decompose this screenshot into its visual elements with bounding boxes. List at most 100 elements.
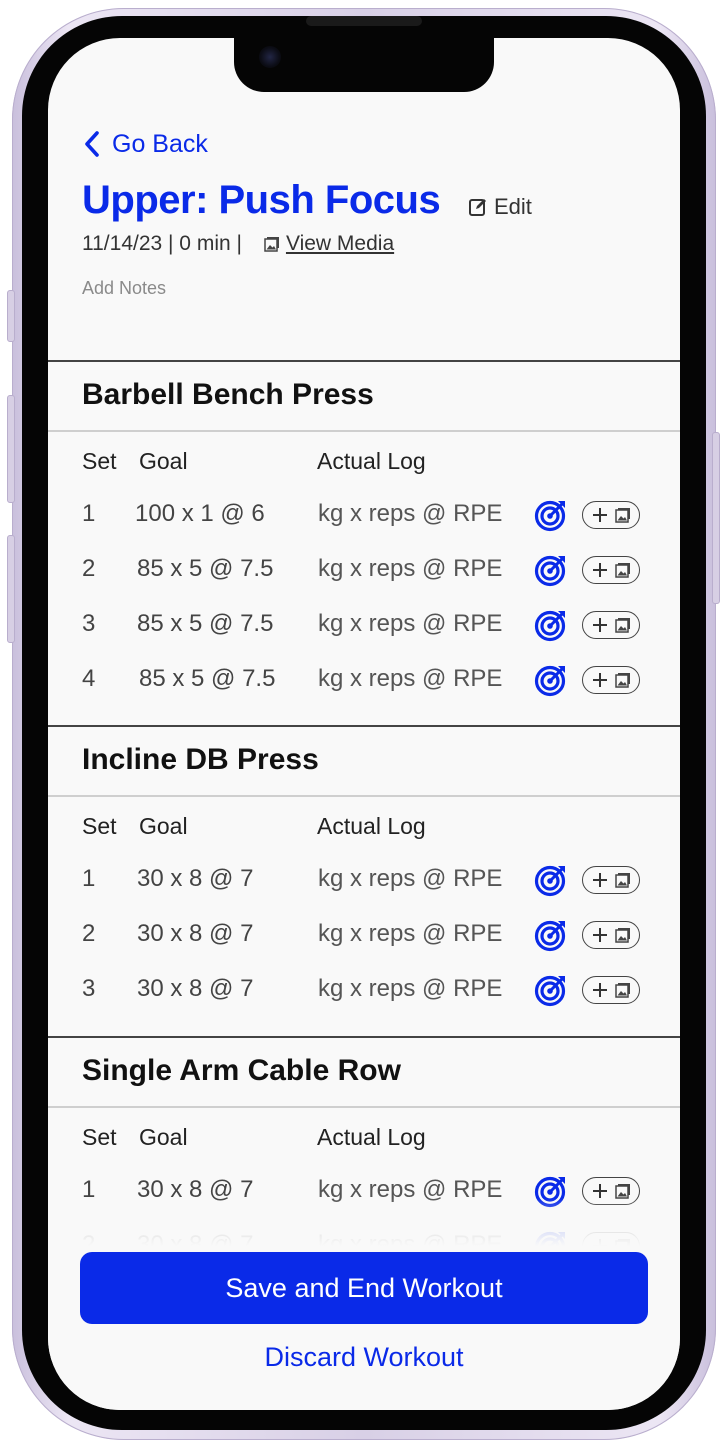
sets-table-header: Set Goal Actual Log: [82, 813, 642, 843]
discard-workout-button[interactable]: Discard Workout: [48, 1342, 680, 1373]
add-media-button[interactable]: [582, 611, 640, 639]
set-row: 1 100 x 1 @ 6 kg x reps @ RPE: [82, 498, 642, 532]
image-icon: [615, 562, 631, 578]
actual-log-input[interactable]: kg x reps @ RPE: [318, 500, 502, 528]
plus-icon: [591, 871, 609, 889]
app-screen: Go Back Upper: Push Focus Edit 11/14/23 …: [48, 38, 680, 1410]
column-goal: Goal: [139, 1124, 188, 1150]
section-divider: [48, 725, 680, 727]
actual-log-input[interactable]: kg x reps @ RPE: [318, 975, 502, 1003]
add-media-button[interactable]: [582, 866, 640, 894]
set-number: 2: [82, 920, 96, 947]
set-row: 3 85 x 5 @ 7.5 kg x reps @ RPE: [82, 608, 642, 642]
set-number: 3: [82, 975, 96, 1002]
mute-switch: [7, 290, 15, 342]
scroll-fade: [48, 1198, 680, 1258]
column-actual-log: Actual Log: [317, 1124, 426, 1150]
set-goal: 100 x 1 @ 6: [135, 500, 265, 527]
set-row: 3 30 x 8 @ 7 kg x reps @ RPE: [82, 973, 642, 1007]
image-icon: [615, 927, 631, 943]
actual-log-input[interactable]: kg x reps @ RPE: [318, 610, 502, 638]
go-back-button[interactable]: Go Back: [82, 128, 208, 160]
set-number: 2: [82, 555, 96, 582]
image-icon: [615, 872, 631, 888]
target-icon[interactable]: [534, 973, 568, 1007]
power-button: [712, 432, 720, 604]
column-set: Set: [82, 813, 117, 839]
volume-up-button: [7, 395, 15, 503]
target-icon[interactable]: [534, 663, 568, 697]
workout-meta: 11/14/23 | 0 min | View Media: [82, 232, 394, 256]
target-icon[interactable]: [534, 553, 568, 587]
front-camera: [259, 46, 281, 68]
actual-log-input[interactable]: kg x reps @ RPE: [318, 665, 502, 693]
plus-icon: [591, 981, 609, 999]
set-goal: 85 x 5 @ 7.5: [137, 555, 274, 582]
plus-icon: [591, 926, 609, 944]
actual-log-input[interactable]: kg x reps @ RPE: [318, 920, 502, 948]
target-icon[interactable]: [534, 918, 568, 952]
actual-log-input[interactable]: kg x reps @ RPE: [318, 555, 502, 583]
add-media-button[interactable]: [582, 556, 640, 584]
sets-table-header: Set Goal Actual Log: [82, 448, 642, 478]
exercise-title: Incline DB Press: [82, 743, 319, 776]
save-end-workout-label: Save and End Workout: [225, 1272, 503, 1303]
column-actual-log: Actual Log: [317, 813, 426, 839]
save-end-workout-button[interactable]: Save and End Workout: [80, 1252, 648, 1324]
section-divider: [48, 1036, 680, 1038]
add-media-button[interactable]: [582, 976, 640, 1004]
set-number: 3: [82, 610, 96, 637]
image-icon: [615, 672, 631, 688]
exercise-header-divider: [48, 795, 680, 797]
view-media-label: View Media: [285, 232, 395, 255]
add-media-button[interactable]: [582, 666, 640, 694]
workout-title: Upper: Push Focus: [82, 178, 441, 222]
add-media-button[interactable]: [582, 921, 640, 949]
set-goal: 30 x 8 @ 7: [137, 975, 254, 1002]
view-media-link[interactable]: View Media: [264, 232, 394, 256]
column-goal: Goal: [139, 813, 188, 839]
image-icon: [615, 982, 631, 998]
set-goal: 30 x 8 @ 7: [137, 865, 254, 892]
speaker: [306, 16, 422, 26]
sets-table-header: Set Goal Actual Log: [82, 1124, 642, 1154]
target-icon[interactable]: [534, 863, 568, 897]
column-actual-log: Actual Log: [317, 448, 426, 474]
section-divider: [48, 360, 680, 362]
set-row: 4 85 x 5 @ 7.5 kg x reps @ RPE: [82, 663, 642, 697]
chevron-left-icon: [85, 131, 99, 157]
exercise-header-divider: [48, 430, 680, 432]
exercise-header-divider: [48, 1106, 680, 1108]
actual-log-input[interactable]: kg x reps @ RPE: [318, 865, 502, 893]
set-number: 4: [82, 665, 96, 692]
column-set: Set: [82, 1124, 117, 1150]
plus-icon: [591, 506, 609, 524]
edit-icon: [469, 199, 486, 216]
plus-icon: [591, 671, 609, 689]
go-back-label: Go Back: [112, 129, 208, 158]
target-icon[interactable]: [534, 498, 568, 532]
set-goal: 85 x 5 @ 7.5: [137, 610, 274, 637]
plus-icon: [591, 561, 609, 579]
exercise-title: Barbell Bench Press: [82, 378, 374, 411]
edit-button[interactable]: Edit: [468, 194, 532, 220]
image-icon: [615, 1183, 631, 1199]
set-number: 1: [82, 500, 96, 527]
set-row: 2 30 x 8 @ 7 kg x reps @ RPE: [82, 918, 642, 952]
column-goal: Goal: [139, 448, 188, 474]
set-number: 1: [82, 865, 96, 892]
date-duration: 11/14/23 | 0 min |: [82, 232, 242, 255]
image-icon: [615, 617, 631, 633]
edit-label: Edit: [494, 194, 532, 219]
target-icon[interactable]: [534, 608, 568, 642]
add-notes-field[interactable]: Add Notes: [82, 278, 166, 299]
add-media-button[interactable]: [582, 501, 640, 529]
image-icon: [264, 237, 279, 252]
set-goal: 30 x 8 @ 7: [137, 920, 254, 947]
exercise-title: Single Arm Cable Row: [82, 1054, 401, 1087]
set-goal: 85 x 5 @ 7.5: [139, 665, 276, 692]
image-icon: [615, 507, 631, 523]
volume-down-button: [7, 535, 15, 643]
column-set: Set: [82, 448, 117, 474]
set-row: 2 85 x 5 @ 7.5 kg x reps @ RPE: [82, 553, 642, 587]
